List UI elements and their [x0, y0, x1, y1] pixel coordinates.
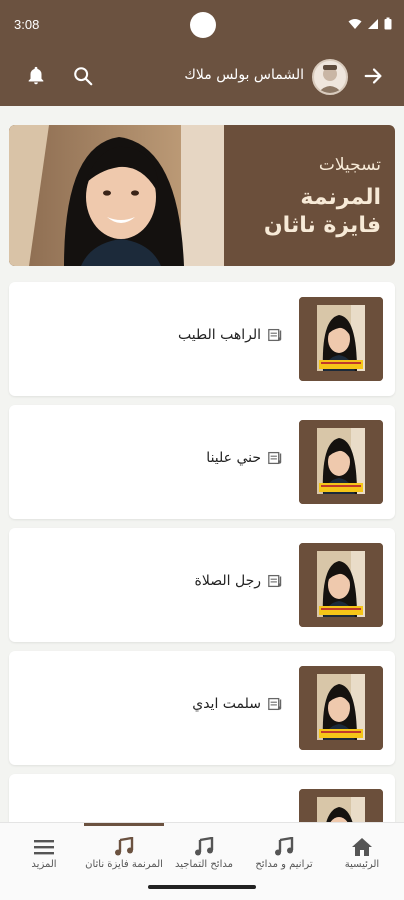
song-title-row: الراهب الطيب [178, 326, 285, 344]
artist-banner[interactable]: تسجيلات المرنمة فايزة ناثان [9, 125, 395, 266]
list-item[interactable]: رجل الصلاة [9, 528, 395, 642]
song-title-row: رجل الصلاة [195, 572, 285, 590]
avatar[interactable] [312, 59, 348, 95]
song-thumbnail [299, 666, 383, 750]
song-thumbnail [299, 543, 383, 627]
banner-title: تسجيلات [318, 155, 381, 175]
camera-cutout [190, 12, 216, 38]
music-list-icon [268, 574, 282, 588]
nav-label: مدائح التماجيد [175, 859, 233, 870]
song-title: سلمت ايدي [192, 696, 261, 712]
music-note-icon [192, 835, 216, 859]
notifications-button[interactable] [22, 62, 50, 90]
nav-item-more[interactable]: المزيد [4, 823, 84, 883]
profile-photo-icon [318, 65, 342, 93]
song-title-row: سلمت ايدي [192, 695, 285, 713]
music-list-icon [268, 697, 282, 711]
song-title: الراهب الطيب [178, 327, 261, 343]
search-icon [74, 67, 93, 86]
list-item[interactable]: سلمت ايدي [9, 651, 395, 765]
status-time: 3:08 [14, 17, 40, 32]
nav-item-artist[interactable]: المرنمة فايزة ناثان [84, 823, 164, 883]
music-list-icon [268, 328, 282, 342]
bell-icon [28, 66, 44, 85]
home-icon [350, 835, 374, 859]
list-item[interactable]: حني علينا [9, 405, 395, 519]
nav-label: الرئيسية [344, 859, 380, 870]
status-icons [348, 17, 392, 30]
song-title-row: حني علينا [206, 449, 285, 467]
music-list-icon [268, 451, 282, 465]
nav-label: المرنمة فايزة ناثان [85, 859, 163, 870]
music-note-icon [272, 835, 296, 859]
app-header: 3:08 الشماس بولس ملاك [0, 0, 404, 106]
nav-item-tamajid[interactable]: مدائح التماجيد [164, 823, 244, 883]
banner-line-2: فايزة ناثان [263, 213, 381, 238]
song-thumbnail [299, 420, 383, 504]
nav-label: المزيد [31, 859, 57, 870]
arrow-right-icon [364, 68, 382, 84]
cell-signal-icon [368, 18, 378, 29]
wifi-icon [348, 18, 362, 29]
banner-line-1: المرنمة [300, 185, 381, 210]
song-title: حني علينا [206, 450, 261, 466]
list-item[interactable]: الراهب الطيب [9, 282, 395, 396]
song-title: رجل الصلاة [194, 573, 261, 589]
nav-item-home[interactable]: الرئيسية [322, 823, 402, 883]
status-bar: 3:08 [0, 0, 404, 50]
nav-label: ترانيم و مدائح [255, 859, 313, 870]
app-bar: الشماس بولس ملاك [0, 50, 404, 106]
user-name[interactable]: الشماس بولس ملاك [184, 67, 304, 83]
battery-icon [384, 17, 392, 30]
song-thumbnail [299, 297, 383, 381]
search-button[interactable] [69, 62, 97, 90]
home-gesture-bar[interactable] [148, 885, 256, 889]
music-note-icon [112, 835, 136, 859]
nav-item-hymns[interactable]: ترانيم و مدائح [244, 823, 324, 883]
forward-button[interactable] [360, 62, 388, 90]
artist-photo [9, 125, 224, 266]
menu-icon [32, 835, 56, 859]
